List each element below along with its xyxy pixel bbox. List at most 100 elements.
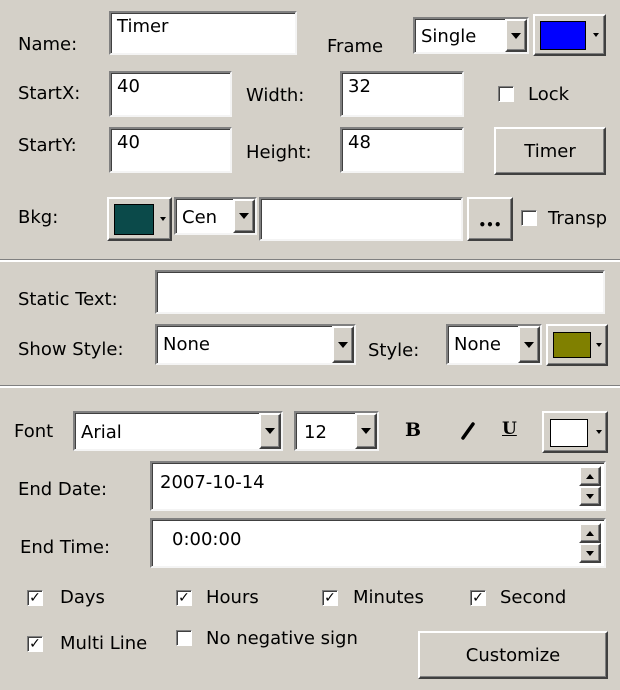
chevron-down-icon (524, 341, 534, 348)
chevron-down-icon (596, 343, 602, 347)
font-value: Arial (81, 422, 122, 443)
style-label: Style: (368, 340, 420, 361)
static-text-input[interactable] (155, 270, 605, 314)
style-value: None (454, 334, 501, 355)
hours-label: Hours (206, 587, 259, 608)
startx-label: StartX: (18, 83, 81, 104)
end-date-label: End Date: (18, 479, 108, 500)
separator (0, 386, 620, 388)
chevron-down-icon (265, 428, 275, 434)
bkg-color-swatch (114, 204, 154, 235)
style-color-picker[interactable] (546, 324, 608, 366)
static-text-label: Static Text: (18, 289, 118, 310)
show-style-label: Show Style: (18, 339, 124, 360)
font-select[interactable]: Arial (73, 411, 283, 451)
separator (0, 260, 620, 262)
height-label: Height: (246, 142, 312, 163)
starty-label: StartY: (18, 135, 77, 156)
end-time-value: 0:00:00 (172, 529, 242, 550)
no-negative-checkbox[interactable] (176, 630, 192, 646)
transparent-label: Transp (548, 208, 607, 229)
end-time-label: End Time: (20, 537, 111, 558)
checkmark-icon: ✓ (324, 590, 336, 606)
end-date-spin-down[interactable] (579, 486, 601, 506)
font-size-value: 12 (304, 422, 327, 443)
style-dropdown-button[interactable] (518, 326, 540, 363)
timer-button-label: Timer (524, 140, 576, 162)
frame-color-picker[interactable] (533, 14, 606, 56)
multi-line-label: Multi Line (60, 633, 148, 654)
font-label: Font (14, 421, 54, 442)
height-input[interactable]: 48 (340, 127, 464, 173)
chevron-up-icon (586, 473, 594, 479)
end-time-spin-up[interactable] (579, 523, 601, 543)
no-negative-label: No negative sign (206, 628, 358, 649)
bkg-align-value: Cen (182, 207, 218, 228)
chevron-down-icon (586, 550, 594, 556)
customize-button-label: Customize (465, 644, 561, 666)
name-label: Name: (18, 34, 78, 55)
hours-checkbox[interactable]: ✓ (176, 590, 192, 606)
checkmark-icon: ✓ (178, 590, 190, 606)
chevron-down-icon (593, 33, 599, 37)
width-input[interactable]: 32 (340, 71, 464, 117)
font-size-dropdown-button[interactable] (355, 413, 377, 449)
bkg-align-dropdown-button[interactable] (233, 199, 255, 233)
show-style-value: None (163, 334, 210, 355)
font-color-swatch (550, 419, 588, 447)
chevron-down-icon (596, 430, 602, 434)
style-select[interactable]: None (446, 324, 542, 365)
multi-line-checkbox[interactable]: ✓ (27, 636, 43, 652)
chevron-down-icon (511, 32, 521, 39)
timer-button[interactable]: Timer (494, 127, 606, 175)
font-color-picker[interactable] (542, 411, 608, 453)
chevron-up-icon (586, 530, 594, 536)
ellipsis-icon: ••• (478, 218, 502, 232)
end-date-input[interactable]: 2007-10-14 (150, 461, 606, 511)
minutes-checkbox[interactable]: ✓ (322, 590, 338, 606)
startx-input[interactable]: 40 (109, 71, 232, 117)
name-input[interactable]: Timer (109, 11, 297, 55)
second-label: Second (500, 587, 567, 608)
frame-select[interactable]: Single (413, 17, 529, 54)
show-style-dropdown-button[interactable] (332, 326, 354, 363)
font-dropdown-button[interactable] (259, 413, 281, 449)
frame-select-value: Single (421, 26, 477, 47)
customize-button[interactable]: Customize (418, 631, 608, 679)
days-checkbox[interactable]: ✓ (27, 590, 43, 606)
bkg-label: Bkg: (18, 207, 59, 228)
lock-checkbox[interactable] (498, 86, 514, 102)
style-color-swatch (553, 332, 591, 358)
frame-color-swatch (540, 21, 586, 50)
bkg-image-input[interactable] (259, 197, 463, 241)
checkmark-icon: ✓ (29, 636, 41, 652)
frame-label: Frame (327, 36, 384, 57)
minutes-label: Minutes (353, 587, 424, 608)
checkmark-icon: ✓ (472, 590, 484, 606)
end-time-input[interactable]: 0:00:00 (150, 518, 606, 568)
chevron-down-icon (361, 428, 371, 434)
frame-dropdown-button[interactable] (505, 19, 527, 52)
chevron-down-icon (160, 217, 166, 221)
font-size-select[interactable]: 12 (294, 411, 379, 451)
end-date-value: 2007-10-14 (160, 472, 265, 493)
transparent-checkbox[interactable] (521, 210, 537, 226)
end-date-spin-up[interactable] (579, 466, 601, 486)
italic-icon (461, 422, 475, 440)
bold-button[interactable]: B (405, 421, 421, 440)
checkmark-icon: ✓ (29, 590, 41, 606)
underline-button[interactable]: U (502, 421, 517, 438)
browse-button[interactable]: ••• (467, 197, 513, 241)
bkg-align-select[interactable]: Cen (174, 197, 257, 235)
days-label: Days (60, 587, 105, 608)
second-checkbox[interactable]: ✓ (470, 590, 486, 606)
show-style-select[interactable]: None (155, 324, 356, 365)
end-time-spin-down[interactable] (579, 543, 601, 563)
bkg-color-picker[interactable] (107, 197, 172, 241)
starty-input[interactable]: 40 (109, 127, 232, 173)
lock-label: Lock (528, 84, 570, 105)
chevron-down-icon (239, 213, 249, 219)
italic-button[interactable] (455, 418, 479, 442)
chevron-down-icon (586, 493, 594, 499)
width-label: Width: (246, 85, 305, 106)
